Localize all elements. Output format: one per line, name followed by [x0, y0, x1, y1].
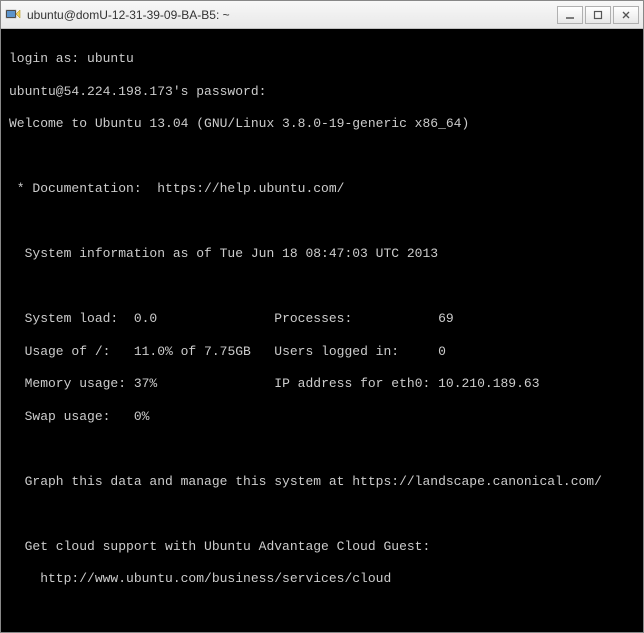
- blank-line: [9, 441, 635, 457]
- cloud-line-2: http://www.ubuntu.com/business/services/…: [9, 571, 635, 587]
- system-load-label: System load:: [9, 311, 134, 326]
- welcome-line: Welcome to Ubuntu 13.04 (GNU/Linux 3.8.0…: [9, 116, 635, 132]
- graph-line: Graph this data and manage this system a…: [9, 474, 635, 490]
- memory-value: 37%: [134, 376, 157, 391]
- stat-row-2: Usage of /: 11.0% of 7.75GB Users logged…: [9, 344, 635, 360]
- users-label: Users logged in:: [274, 344, 438, 359]
- minimize-button[interactable]: [557, 6, 583, 24]
- blank-line: [9, 506, 635, 522]
- usage-value: 11.0% of 7.75GB: [134, 344, 251, 359]
- window-title: ubuntu@domU-12-31-39-09-BA-B5: ~: [27, 8, 557, 22]
- password-prompt: ubuntu@54.224.198.173's password:: [9, 84, 635, 100]
- swap-value: 0%: [134, 409, 150, 424]
- stat-row-1: System load: 0.0 Processes: 69: [9, 311, 635, 327]
- memory-label: Memory usage:: [9, 376, 134, 391]
- processes-label: Processes:: [274, 311, 438, 326]
- blank-line: [9, 214, 635, 230]
- blank-line: [9, 604, 635, 620]
- terminal-body[interactable]: login as: ubuntu ubuntu@54.224.198.173's…: [1, 29, 643, 632]
- sysinfo-header: System information as of Tue Jun 18 08:4…: [9, 246, 635, 262]
- maximize-button[interactable]: [585, 6, 611, 24]
- processes-value: 69: [438, 311, 454, 326]
- putty-icon: [5, 7, 21, 23]
- blank-line: [9, 279, 635, 295]
- stat-row-4: Swap usage: 0%: [9, 409, 635, 425]
- terminal-window: ubuntu@domU-12-31-39-09-BA-B5: ~ login a…: [0, 0, 644, 633]
- documentation-line: * Documentation: https://help.ubuntu.com…: [9, 181, 635, 197]
- system-load-value: 0.0: [134, 311, 157, 326]
- swap-label: Swap usage:: [9, 409, 134, 424]
- usage-label: Usage of /:: [9, 344, 134, 359]
- users-value: 0: [438, 344, 446, 359]
- close-button[interactable]: [613, 6, 639, 24]
- ip-value: 10.210.189.63: [438, 376, 539, 391]
- titlebar[interactable]: ubuntu@domU-12-31-39-09-BA-B5: ~: [1, 1, 643, 29]
- blank-line: [9, 149, 635, 165]
- stat-row-3: Memory usage: 37% IP address for eth0: 1…: [9, 376, 635, 392]
- ip-label: IP address for eth0:: [274, 376, 438, 391]
- cloud-line-1: Get cloud support with Ubuntu Advantage …: [9, 539, 635, 555]
- window-controls: [557, 6, 639, 24]
- login-prompt: login as: ubuntu: [9, 51, 635, 67]
